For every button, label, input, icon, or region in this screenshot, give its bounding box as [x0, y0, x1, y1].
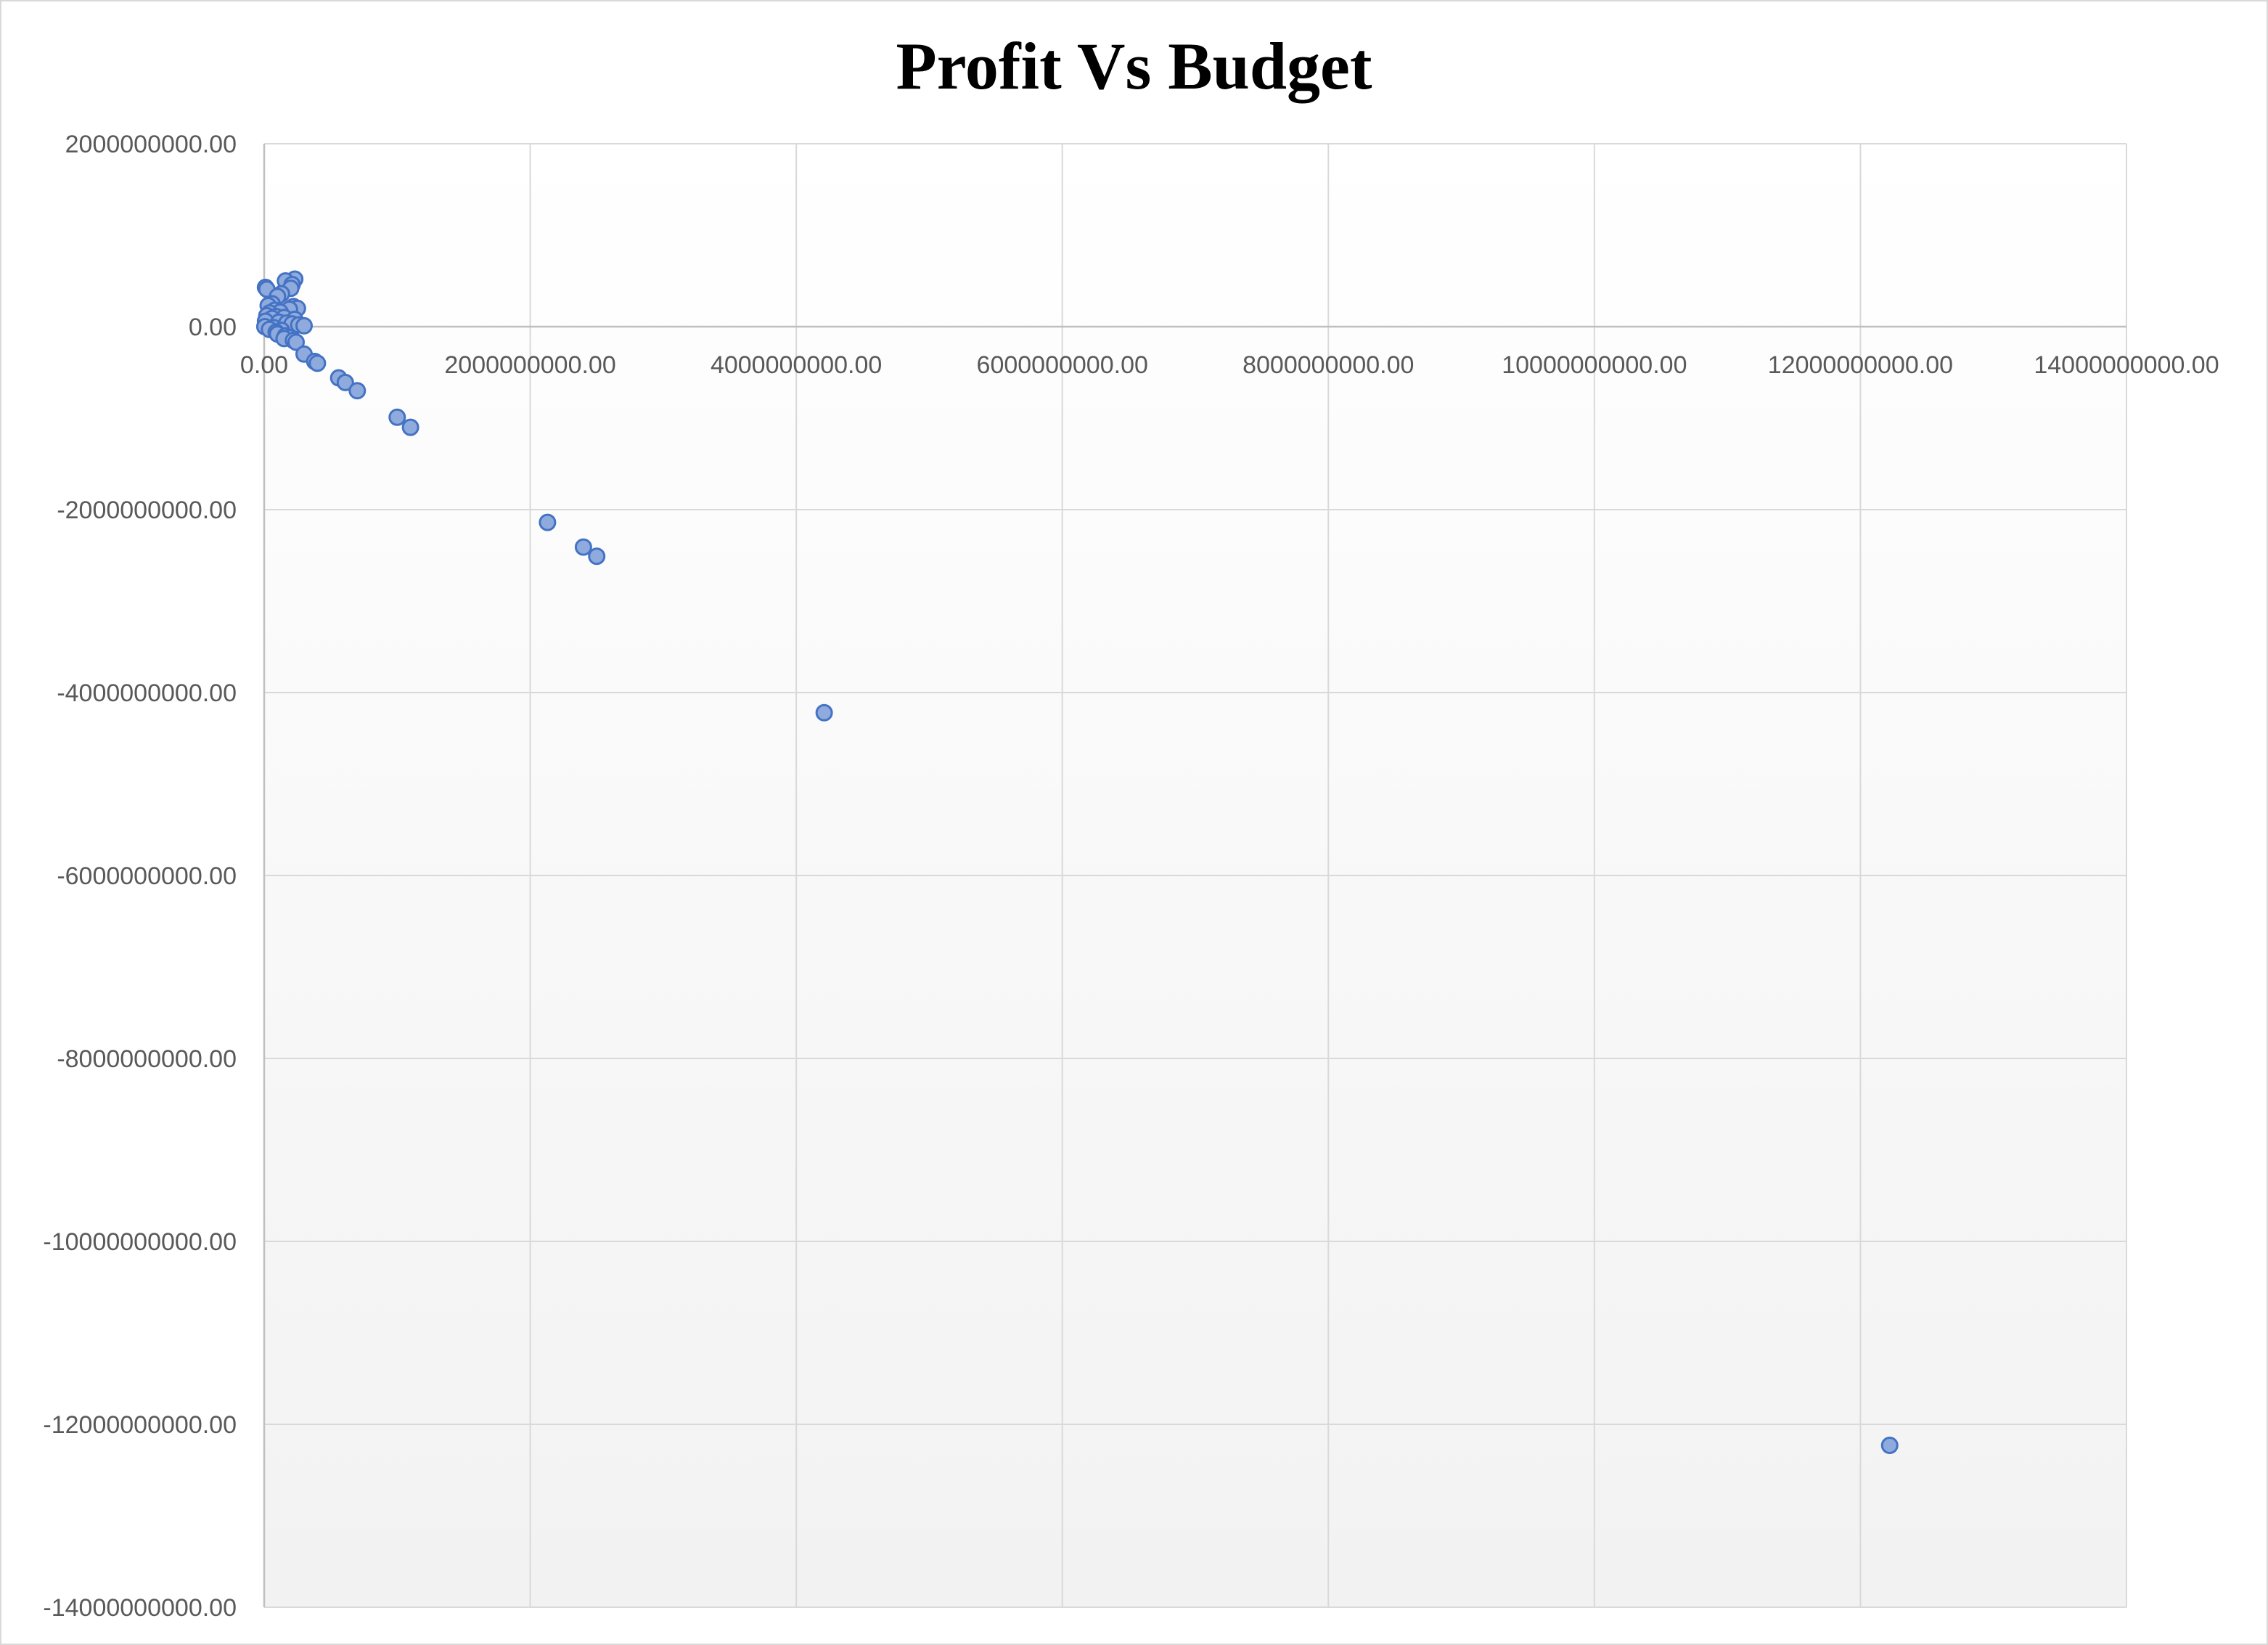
scatter-plot: 0.00 2000000000.00 4000000000.00 6000000000…	[43, 131, 2219, 1622]
data-point	[574, 538, 592, 556]
y-tick-label: -12000000000.00	[43, 1411, 237, 1439]
x-tick-label: 12000000000.00	[1768, 351, 1953, 379]
x-tick-label: 2000000000.00	[444, 351, 615, 379]
data-point	[1880, 1436, 1899, 1454]
y-tick-label: -8000000000.00	[57, 1045, 237, 1073]
y-tick-label: -6000000000.00	[57, 862, 237, 890]
x-tick-label: 4000000000.00	[711, 351, 882, 379]
data-point	[539, 513, 557, 531]
data-point	[388, 408, 406, 426]
y-tick-label: -10000000000.00	[43, 1228, 237, 1256]
x-tick-label: 8000000000.00	[1243, 351, 1414, 379]
data-point	[308, 354, 327, 372]
x-tick-label: 14000000000.00	[2034, 351, 2219, 379]
y-tick-label: -14000000000.00	[43, 1594, 237, 1622]
data-point	[588, 547, 606, 566]
data-point	[401, 418, 419, 436]
data-point	[295, 317, 313, 335]
y-tick-label: 2000000000.00	[65, 131, 237, 158]
x-tick-label: 0.00	[240, 351, 288, 379]
y-tick-label: 0.00	[189, 314, 237, 341]
y-tick-label: -4000000000.00	[57, 679, 237, 707]
x-tick-label: 10000000000.00	[1502, 351, 1687, 379]
data-point	[815, 703, 833, 722]
data-point	[348, 382, 367, 400]
y-tick-label: -2000000000.00	[57, 497, 237, 524]
x-tick-label: 6000000000.00	[977, 351, 1148, 379]
